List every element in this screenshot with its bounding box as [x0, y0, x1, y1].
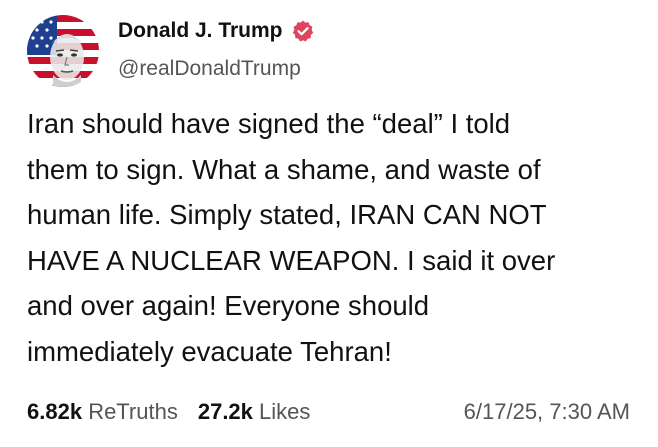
post-line: immediately evacuate Tehran!	[27, 335, 392, 367]
avatar-image	[27, 15, 99, 87]
post-line: and over again! Everyone should	[27, 290, 430, 321]
likes-stat[interactable]: 27.2k Likes	[198, 399, 311, 424]
author-display-name[interactable]: Donald J. Trump	[118, 18, 283, 44]
retruths-label: ReTruths	[88, 399, 178, 424]
likes-count: 27.2k	[197, 399, 253, 424]
post-line: human life. Simply stated, IRAN CAN NOT	[27, 199, 547, 230]
truth-post: Donald J. Trump @realDonaldTrump Iran sh…	[0, 0, 658, 447]
post-timestamp[interactable]: 6/17/25, 7:30 AM	[464, 397, 630, 427]
likes-label: Likes	[259, 399, 311, 424]
retruths-stat[interactable]: 6.82k ReTruths	[27, 399, 178, 424]
post-line: Iran should have signed the “deal” I tol…	[27, 108, 511, 139]
verified-badge-icon	[291, 19, 315, 43]
post-line: them to sign. What a shame, and waste of	[27, 153, 541, 185]
post-line: HAVE A NUCLEAR WEAPON. I said it over	[27, 244, 556, 276]
retruths-count: 6.82k	[27, 399, 83, 424]
avatar[interactable]	[27, 15, 99, 87]
author-handle[interactable]: @realDonaldTrump	[118, 56, 301, 82]
post-body: Iran should have signed the “deal” I tol…	[27, 101, 642, 374]
author-name-row[interactable]: Donald J. Trump	[118, 18, 315, 44]
post-stats: 6.82k ReTruths 27.2k Likes	[27, 397, 310, 427]
